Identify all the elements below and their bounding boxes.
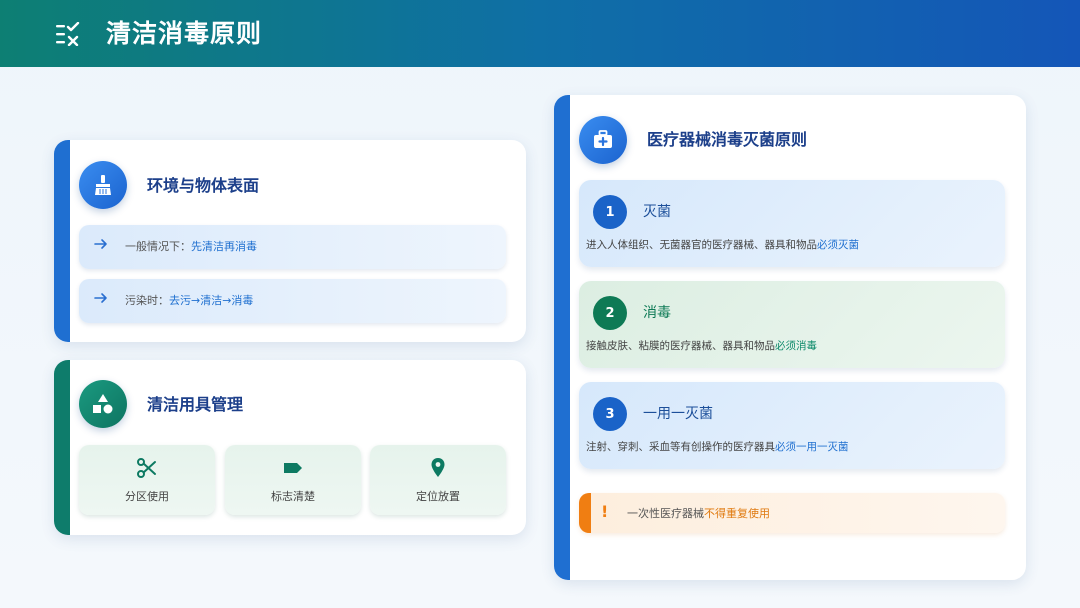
warning-accent-bar (579, 493, 591, 533)
medical-kit-icon-circle (579, 116, 627, 164)
rule-row: 污染时：去污→清洁→消毒 (79, 279, 506, 323)
shapes-icon (93, 394, 113, 414)
card-accent-bar (554, 95, 570, 580)
principle-card: 2 消毒 接触皮肤、粘膜的医疗器械、器具和物品必须消毒 (579, 281, 1005, 368)
principle-description: 进入人体组织、无菌器官的医疗器械、器具和物品必须灭菌 (586, 239, 859, 251)
scissors-icon (137, 458, 156, 478)
label-icon (284, 463, 302, 473)
page-title: 清洁消毒原则 (106, 19, 263, 48)
broom-icon-circle (79, 161, 127, 209)
principle-number: 2 (593, 296, 627, 330)
rule-text: 污染时：去污→清洁→消毒 (125, 294, 254, 307)
checklist-icon (56, 22, 80, 46)
location-pin-icon (431, 458, 445, 477)
header-banner: 清洁消毒原则 (0, 0, 1080, 67)
principle-number: 3 (593, 397, 627, 431)
tool-item: 分区使用 (79, 445, 215, 515)
shapes-icon-circle (79, 380, 127, 428)
rule-text: 一般情况下：先清洁再消毒 (125, 240, 257, 253)
principle-title: 灭菌 (643, 204, 671, 220)
environment-card-title: 环境与物体表面 (147, 176, 260, 195)
tool-label: 分区使用 (125, 490, 169, 503)
principle-title: 消毒 (643, 305, 671, 321)
medical-instruments-card: 医疗器械消毒灭菌原则 1 灭菌 进入人体组织、无菌器官的医疗器械、器具和物品必须… (554, 95, 1026, 580)
principle-card: 1 灭菌 进入人体组织、无菌器官的医疗器械、器具和物品必须灭菌 (579, 180, 1005, 267)
card-accent-bar (54, 360, 70, 535)
card-accent-bar (54, 140, 70, 342)
arrow-right-icon (94, 293, 107, 303)
medical-kit-icon (594, 130, 612, 148)
warning-text: 一次性医疗器械不得重复使用 (627, 507, 770, 520)
principle-card: 3 一用一灭菌 注射、穿刺、采血等有创操作的医疗器具必须一用一灭菌 (579, 382, 1005, 469)
principle-description: 注射、穿刺、采血等有创操作的医疗器具必须一用一灭菌 (586, 441, 849, 453)
cleaning-tools-card: 清洁用具管理 分区使用 标志清楚 定位放置 (54, 360, 526, 535)
cleaning-tools-card-title: 清洁用具管理 (147, 395, 244, 414)
tool-item: 标志清楚 (225, 445, 361, 515)
medical-instruments-card-title: 医疗器械消毒灭菌原则 (647, 130, 808, 149)
broom-icon (95, 175, 111, 195)
tool-label: 定位放置 (416, 490, 460, 503)
warning-box: ! 一次性医疗器械不得重复使用 (579, 493, 1005, 533)
arrow-right-icon (94, 239, 107, 249)
principle-number: 1 (593, 195, 627, 229)
rule-row: 一般情况下：先清洁再消毒 (79, 225, 506, 269)
tool-label: 标志清楚 (271, 490, 315, 503)
principle-title: 一用一灭菌 (643, 406, 713, 422)
exclamation-icon: ! (601, 502, 609, 521)
tool-item: 定位放置 (370, 445, 506, 515)
environment-card: 环境与物体表面 一般情况下：先清洁再消毒 污染时：去污→清洁→消毒 (54, 140, 526, 342)
principle-description: 接触皮肤、粘膜的医疗器械、器具和物品必须消毒 (586, 340, 817, 352)
